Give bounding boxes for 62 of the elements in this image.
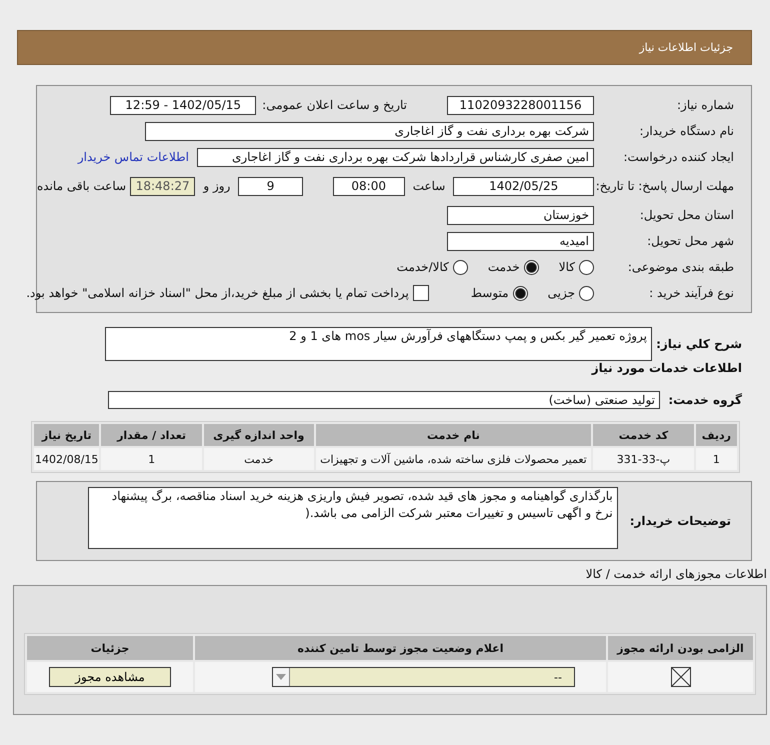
field-label: نوع فرآیند خرید :: [648, 286, 734, 300]
deadline-date-field: 1402/05/25: [453, 176, 594, 196]
remaining-label: ساعت باقی مانده: [37, 179, 126, 193]
view-permit-button[interactable]: مشاهده مجوز: [49, 667, 171, 687]
radio-label: متوسط: [470, 286, 509, 300]
column-header: جزئیات: [27, 636, 193, 660]
column-header: الزامی بودن ارائه مجوز: [608, 636, 753, 660]
field-label: تاریخ و ساعت اعلان عمومی:: [262, 98, 407, 112]
table-cell: 1402/08/15: [34, 448, 100, 470]
checkbox[interactable]: [412, 285, 429, 301]
field-label: ایجاد کننده درخواست:: [622, 150, 734, 164]
field-label: مهلت ارسال پاسخ: تا تاریخ:: [594, 180, 734, 192]
city-field: امیدیه: [447, 232, 594, 250]
radio-button[interactable]: [579, 286, 594, 300]
table-cell: 1: [696, 448, 737, 470]
column-header: ردیف: [696, 424, 737, 446]
table-cell: خدمت: [204, 448, 314, 470]
requester-field: امین صفری کارشناس قراردادها شرکت بهره برداری نفت و گاز اغاجاری: [197, 148, 594, 166]
summary-field: پروژه تعمیر گیر بکس و پمپ دستگاههای فرآورش سیار mos های 1 و 2: [105, 327, 652, 361]
column-header: تعداد / مقدار: [101, 424, 202, 446]
table-cell: پ-33-331: [593, 448, 694, 470]
service-group-field: تولید صنعتی (ساخت): [108, 391, 660, 409]
column-header: کد خدمت: [593, 424, 694, 446]
field-label: طبقه بندی موضوعی:: [626, 260, 734, 274]
radio-button[interactable]: [452, 260, 468, 274]
radio-button[interactable]: [579, 260, 594, 274]
column-header: اعلام وضعیت مجوز توسط تامین کننده: [195, 636, 606, 660]
contact-link[interactable]: اطلاعات تماس خریدار: [78, 150, 189, 164]
radio-button[interactable]: [524, 260, 539, 274]
announce-date-field: 1402/05/15 - 12:59: [110, 96, 256, 114]
section-title: اطلاعات مجوزهای ارائه خدمت / کالا: [586, 567, 767, 581]
column-header: واحد اندازه گیری: [204, 424, 314, 446]
status-dropdown[interactable]: --: [272, 667, 575, 687]
radio-label: جزیی: [548, 286, 575, 300]
column-header: نام خدمت: [316, 424, 592, 446]
province-field: خوزستان: [447, 206, 594, 224]
field-label: شرح کلي نياز:: [655, 336, 742, 351]
field-label: شهر محل تحویل:: [646, 234, 734, 248]
buyer-notes-field: بارگذاری گواهینامه و مجوز های قید شده، تصویر فیش واریزی هزینه خرید اسناد مناقصه، برگ پیشنهاد نرخ و اگهی تاسیس و تغییرات معتبر شرکت الزامی می باشد.(: [88, 487, 618, 549]
radio-label: کالا/خدمت: [396, 260, 449, 274]
checkbox-label: پرداخت تمام یا بخشی از مبلغ خرید،از محل "اسناد خزانه اسلامی" خواهد بود.: [26, 286, 409, 300]
radio-button[interactable]: [512, 286, 528, 300]
field-label: گروه خدمت:: [667, 393, 742, 407]
time-label: ساعت: [412, 179, 446, 193]
days-field: 9: [238, 176, 303, 196]
need-number-field: 1102093228001156: [447, 96, 594, 114]
buyer-org-field: شرکت بهره برداری نفت و گاز اغاجاری: [145, 122, 594, 140]
table-cell: 1: [101, 448, 202, 470]
field-label: شماره نیاز:: [676, 98, 734, 112]
field-label: توضیحات خریدار:: [630, 514, 731, 528]
radio-label: کالا: [558, 260, 575, 274]
table-cell: تعمیر محصولات فلزی ساخته شده، ماشین آلات و تجهیزات: [316, 448, 592, 470]
page-title: جزئیات اطلاعات نیاز: [639, 41, 733, 54]
radio-label: خدمت: [488, 260, 520, 274]
caret-icon: [273, 668, 290, 686]
deadline-time-field: 08:00: [332, 176, 405, 196]
remaining-time-field: 18:48:27: [130, 176, 196, 196]
column-header: تاریخ نیاز: [34, 424, 100, 446]
days-label: روز و: [203, 179, 230, 193]
field-label: استان محل تحویل:: [638, 208, 734, 222]
section-title: اطلاعات خدمات مورد نياز: [592, 361, 742, 375]
field-label: نام دستگاه خریدار:: [638, 124, 734, 138]
